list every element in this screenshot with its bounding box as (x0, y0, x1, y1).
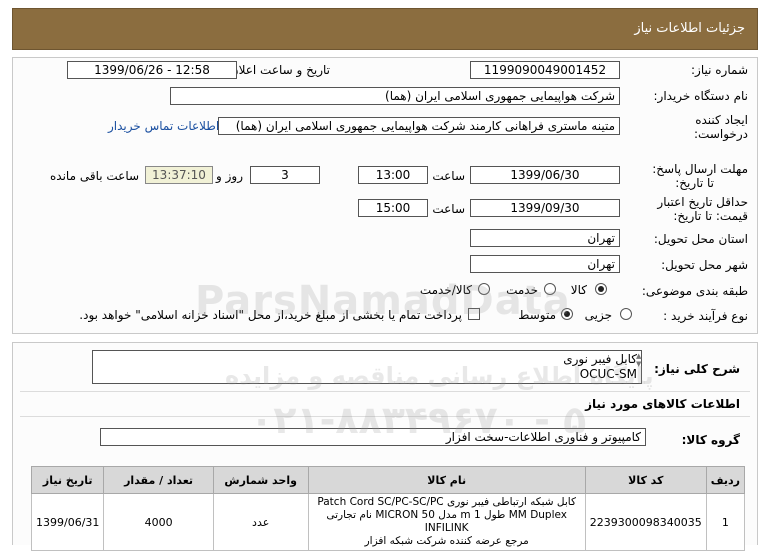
watermark-brand: ParsNamadData (195, 278, 571, 324)
goods-section-title: اطلاعات کالاهای مورد نیاز (585, 397, 740, 411)
reply-time-label: ساعت (432, 169, 465, 183)
cell-name-line-2: MM Duplex طول 1 m مدل MICRON 50 نام تجار… (326, 509, 568, 534)
watermark-tagline: پایگاه اطلاع رسانی مناقصه و مزایده (225, 362, 654, 390)
validity-label-2: قیمت: تا تاریخ: (673, 209, 748, 223)
requester-label: ایجاد کننده (695, 113, 748, 127)
buyer-contact-link[interactable]: اطلاعات تماس خریدار (108, 119, 219, 133)
validity-time-field: 15:00 (358, 199, 428, 217)
reply-deadline-label: مهلت ارسال پاسخ: (652, 162, 748, 176)
days-and-label: روز و (216, 169, 243, 183)
province-field: تهران (470, 229, 620, 247)
remaining-time-label: ساعت باقی مانده (50, 169, 140, 183)
reply-deadline-label-2: تا تاریخ: (675, 176, 714, 190)
category-option-goods: کالا (570, 283, 587, 297)
announce-datetime-field: 1399/06/26 - 12:58 (67, 61, 237, 79)
goods-group-label: گروه کالا: (681, 433, 740, 447)
section-divider (20, 391, 750, 392)
summary-label: شرح کلی نیاز: (654, 362, 740, 376)
table-header-row: ردیف کد کالا نام کالا واحد شمارش تعداد /… (30, 466, 746, 494)
col-row: ردیف (705, 466, 746, 494)
days-count-field: 3 (250, 166, 320, 184)
need-number-label: شماره نیاز: (691, 63, 748, 77)
need-number-field: 1199090049001452 (470, 61, 620, 79)
category-label: طبقه بندی موضوعی: (641, 284, 748, 298)
cell-name-line-1: کابل شبکه ارتباطی فیبر نوری Patch Cord S… (317, 496, 576, 508)
col-date: تاریخ نیاز (30, 466, 105, 494)
table-row: 1 2239300098340035 کابل شبکه ارتباطی فیب… (30, 493, 746, 551)
cell-row: 1 (705, 493, 746, 551)
buyer-org-field: شرکت هواپیمایی جمهوری اسلامی ایران (هما) (170, 87, 620, 105)
col-qty: تعداد / مقدار (103, 466, 214, 494)
watermark-phone: ۰۲۱-۸۸۳۴۹۶۷۰ - ۵ (250, 398, 587, 442)
validity-time-label: ساعت (432, 202, 465, 216)
cell-qty: 4000 (103, 493, 214, 551)
cell-name: کابل شبکه ارتباطی فیبر نوری Patch Cord S… (307, 493, 586, 551)
page-header: جزئیات اطلاعات نیاز (12, 8, 758, 50)
purchase-type-label: نوع فرآیند خرید : (663, 309, 748, 323)
reply-date-field: 1399/06/30 (470, 166, 620, 184)
goods-table: ردیف کد کالا نام کالا واحد شمارش تعداد /… (30, 466, 746, 551)
cell-code: 2239300098340035 (584, 493, 707, 551)
purchase-radio-minor[interactable] (620, 308, 632, 320)
cell-unit: عدد (212, 493, 309, 551)
requester-label-2: درخواست: (694, 127, 748, 141)
validity-date-field: 1399/09/30 (470, 199, 620, 217)
col-unit: واحد شمارش (212, 466, 309, 494)
validity-label: حداقل تاریخ اعتبار (657, 195, 748, 209)
city-label: شهر محل تحویل: (661, 258, 748, 272)
buyer-org-label: نام دستگاه خریدار: (653, 89, 749, 103)
remaining-time-field: 13:37:10 (145, 166, 213, 184)
category-radio-goods[interactable] (595, 283, 607, 295)
page-title: جزئیات اطلاعات نیاز (634, 21, 745, 36)
city-field: تهران (470, 255, 620, 273)
cell-name-line-3: مرجع عرضه کننده شرکت شبکه افزار (364, 535, 529, 547)
purchase-option-minor: جزیی (584, 308, 612, 322)
cell-date: 1399/06/31 (30, 493, 105, 551)
province-label: استان محل تحویل: (653, 232, 748, 246)
col-name: نام کالا (307, 466, 586, 494)
col-code: کد کالا (584, 466, 707, 494)
requester-field: متینه ماستری فراهانی کارمند شرکت هواپیما… (218, 117, 620, 135)
reply-time-field: 13:00 (358, 166, 428, 184)
